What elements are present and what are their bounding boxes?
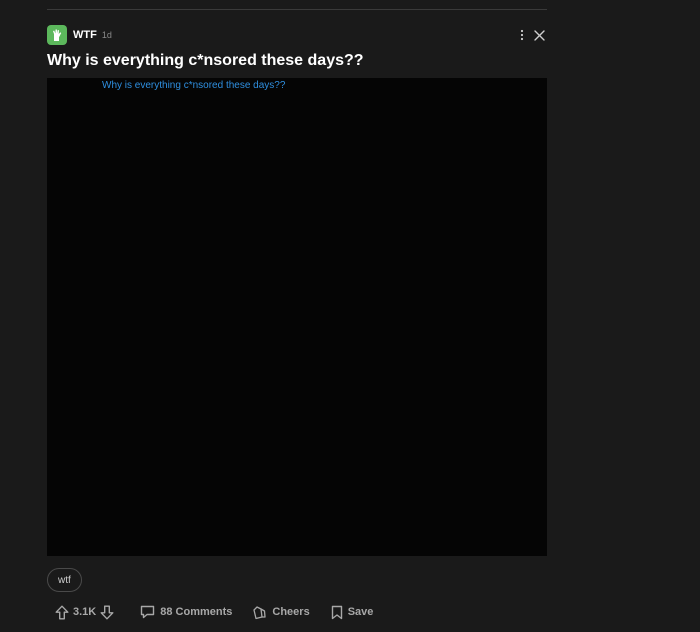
arrow-down-icon bbox=[100, 605, 114, 619]
hand-icon bbox=[53, 29, 62, 41]
media-alt-text: Why is everything c*nsored these days?? bbox=[102, 80, 286, 91]
more-vertical-icon bbox=[520, 29, 524, 41]
cheers-icon bbox=[253, 605, 267, 619]
comments-label: 88 Comments bbox=[160, 606, 233, 618]
post-header: WTF 1d bbox=[47, 25, 547, 45]
cheers-button[interactable]: Cheers bbox=[252, 605, 310, 620]
post-title[interactable]: Why is everything c*nsored these days?? bbox=[47, 52, 547, 70]
top-divider bbox=[47, 9, 547, 10]
post-view: WTF 1d Why is everything c*nsored these … bbox=[0, 0, 700, 632]
save-button[interactable]: Save bbox=[331, 605, 374, 620]
close-button[interactable] bbox=[534, 29, 545, 41]
downvote-button[interactable] bbox=[100, 605, 114, 620]
section-logo[interactable] bbox=[47, 25, 67, 45]
bookmark-icon bbox=[331, 605, 342, 619]
header-actions bbox=[520, 29, 547, 41]
vote-group: 3.1K bbox=[55, 605, 114, 620]
comments-button[interactable]: 88 Comments bbox=[140, 605, 232, 619]
comment-icon bbox=[141, 605, 155, 619]
post-time: 1d bbox=[101, 30, 112, 40]
vote-count: 3.1K bbox=[73, 606, 97, 618]
more-options-button[interactable] bbox=[520, 29, 524, 41]
arrow-up-icon bbox=[55, 605, 69, 619]
action-bar: 3.1K 88 Comments Cheers Save bbox=[55, 603, 373, 621]
tag-chip[interactable]: wtf bbox=[47, 568, 82, 592]
section-name[interactable]: WTF bbox=[73, 29, 97, 41]
cheers-label: Cheers bbox=[272, 606, 310, 618]
save-label: Save bbox=[347, 606, 374, 618]
post-media[interactable]: Why is everything c*nsored these days?? bbox=[47, 78, 547, 556]
close-icon bbox=[534, 29, 545, 41]
upvote-button[interactable] bbox=[55, 605, 69, 620]
